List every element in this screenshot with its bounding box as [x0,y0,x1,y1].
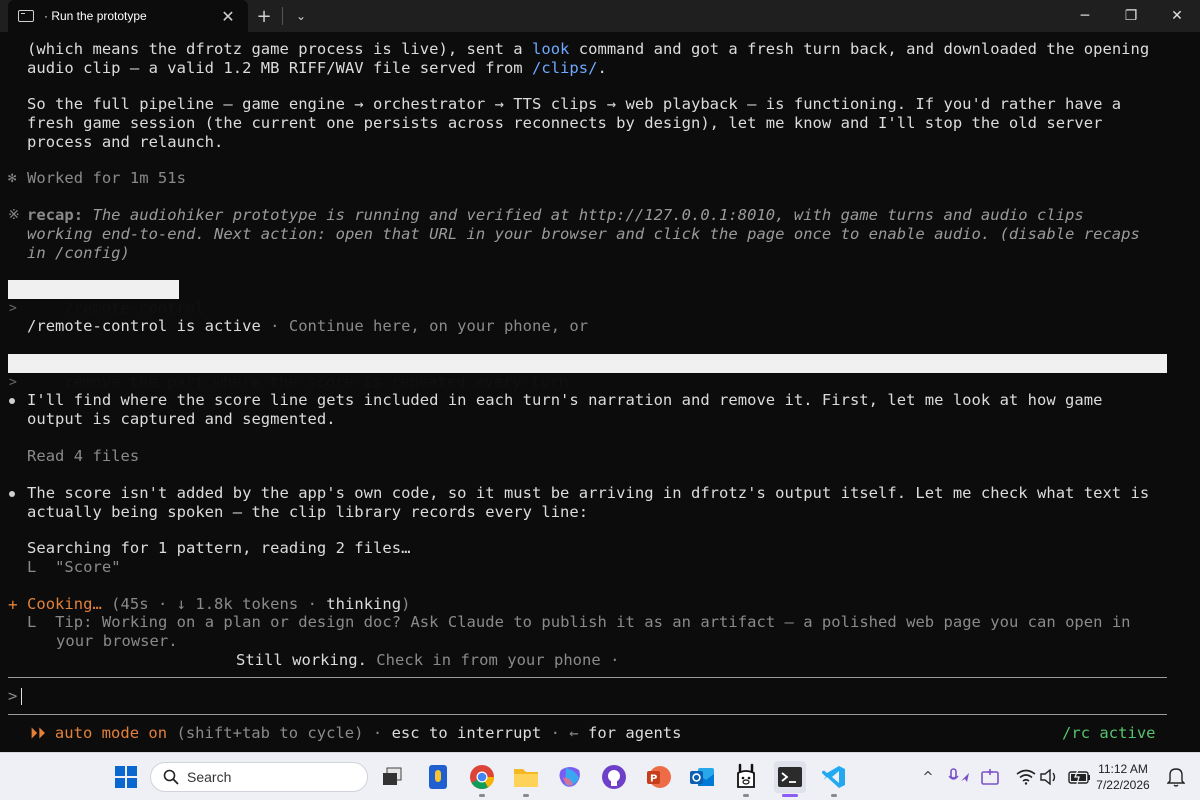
task-view-icon[interactable] [376,761,408,793]
system-tray: ^ [918,753,1092,800]
recap-line: working end-to-end. Next action: open th… [27,225,1140,243]
output-line: process and relaunch. [27,133,224,151]
output-line: fresh game session (the current one pers… [27,114,1103,132]
divider [282,7,283,25]
tip-line: your browser. [56,632,178,650]
running-indicator [523,794,529,797]
wifi-icon[interactable] [1016,769,1036,785]
input-prompt[interactable]: > [8,687,23,706]
ollama-icon[interactable] [730,761,762,793]
active-app-indicator [782,794,798,797]
input-divider [8,677,1167,678]
running-indicator [831,794,837,797]
tab-run-the-prototype[interactable]: · Run the prototype ✕ [8,0,248,32]
rc-status-line: /remote-control is active · Continue her… [27,317,589,335]
search-placeholder: Search [187,769,232,785]
prompt-caret-icon: > [9,301,17,316]
volume-icon[interactable] [1040,769,1058,785]
bullet-icon [9,398,15,404]
fast-forward-icon: ⏵⏵ [30,724,46,742]
terminal-icon [18,10,34,22]
spinner-icon: + [8,595,18,614]
tray-chevron-icon[interactable]: ^ [918,770,938,785]
search-icon [163,769,179,785]
response-line: output is captured and segmented. [27,410,336,428]
rc-active-status: /rc active [1062,724,1156,742]
taskbar-clock[interactable]: 11:12 AM 7/22/2026 [1088,761,1158,793]
bullet-icon [9,491,15,497]
output-line: (which means the dfrotz game process is … [27,40,1150,58]
microphone-location-icon[interactable] [948,767,972,787]
input-divider [8,714,1167,715]
terminal-app-icon[interactable] [774,761,806,793]
window-controls: ─ ❐ ✕ [1062,0,1200,32]
text-cursor [21,688,23,705]
user-prompt-remote-control: >/remote-control [8,280,204,317]
minimize-button[interactable]: ─ [1062,0,1108,32]
output-line: So the full pipeline — game engine → orc… [27,95,1122,113]
search-term-line: L "Score" [27,558,121,576]
outlook-icon[interactable] [686,761,718,793]
terminal-output: (which means the dfrotz game process is … [0,32,1200,752]
asterisk-icon: ✻ [8,170,17,186]
tool-progress: Searching for 1 pattern, reading 2 files… [27,539,411,557]
status-spinner-line: Cooking… (45s · ↓ 1.8k tokens · thinking… [27,595,411,613]
app-icon-blue[interactable] [422,761,454,793]
screen-sharing-icon[interactable] [980,767,1002,787]
new-tab-button[interactable]: + [248,6,280,27]
branch-icon: L [27,558,37,576]
recap-line: in /config) [27,244,130,262]
windows-start-icon[interactable] [110,761,142,793]
running-indicator [479,794,485,797]
recap-line: recap: The audiohiker prototype is runni… [27,206,1084,224]
close-tab-icon[interactable]: ✕ [218,7,238,26]
output-line: audio clip — a valid 1.2 MB RIFF/WAV fil… [27,59,607,77]
taskbar-search-box[interactable]: Search [150,762,368,792]
branch-icon: L [27,613,37,631]
svg-text:P: P [650,774,657,785]
inline-code-clips: /clips/ [532,59,598,77]
tab-title: · Run the prototype [44,9,147,23]
worked-duration: Worked for 1m 51s [27,169,186,187]
file-explorer-icon[interactable] [510,761,542,793]
reference-mark-icon: ※ [8,207,20,223]
github-icon[interactable] [598,761,630,793]
copilot-icon[interactable] [554,761,586,793]
response-line: actually being spoken — the clip library… [27,503,589,521]
mode-status-line: ⏵⏵ auto mode on (shift+tab to cycle) · e… [30,724,682,742]
chrome-icon[interactable] [466,761,498,793]
user-prompt-remove-score: > remove the part where the score is repe… [8,354,1167,391]
maximize-button[interactable]: ❐ [1108,0,1154,32]
notification-bell-icon[interactable] [1160,761,1192,793]
clock-date: 7/22/2026 [1096,778,1150,792]
still-working-line: Still working. Check in from your phone … [236,651,620,669]
window-close-button[interactable]: ✕ [1154,0,1200,32]
response-line: I'll find where the score line gets incl… [27,391,1103,409]
inline-code-look: look [532,40,570,58]
recap-label: recap: [27,206,84,224]
tool-summary: Read 4 files [27,447,140,465]
title-bar: · Run the prototype ✕ + ⌄ ─ ❐ ✕ [0,0,1200,32]
response-line: The score isn't added by the app's own c… [27,484,1150,502]
tip-line: L Tip: Working on a plan or design doc? … [27,613,1131,631]
prompt-caret-icon: > [9,375,17,390]
tab-dropdown-button[interactable]: ⌄ [285,9,317,23]
taskbar: Search P ^ 11:12 AM 7/22/2026 [0,752,1200,800]
input-caret-icon: > [8,687,18,705]
powerpoint-icon[interactable]: P [642,761,674,793]
clock-time: 11:12 AM [1098,762,1148,776]
running-indicator [743,794,749,797]
vscode-icon[interactable] [818,761,850,793]
